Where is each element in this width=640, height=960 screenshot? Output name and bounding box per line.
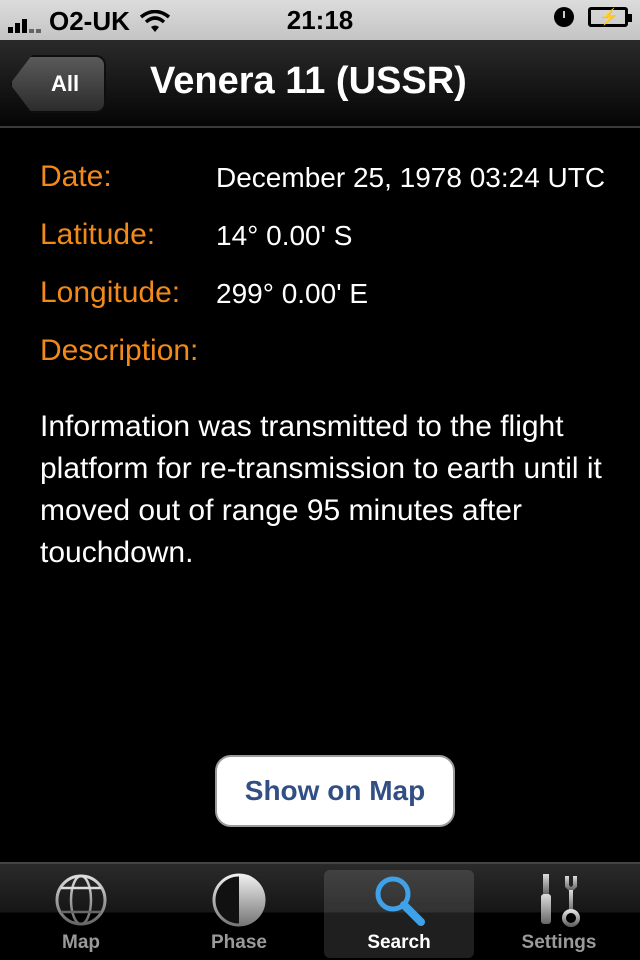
globe-icon (55, 874, 107, 926)
status-right: ⚡ (554, 7, 632, 27)
date-label: Date: (40, 160, 112, 193)
tab-settings[interactable]: Settings (484, 870, 634, 958)
page-title: Venera 11 (USSR) (150, 60, 467, 102)
longitude-value: 299° 0.00' E (216, 278, 368, 309)
navigation-bar: All Venera 11 (USSR) (0, 40, 640, 128)
back-button[interactable]: All (10, 55, 106, 113)
battery-charging-icon: ⚡ (588, 7, 632, 27)
tab-label: Search (367, 932, 431, 953)
status-time: 21:18 (286, 5, 354, 35)
tab-label: Phase (211, 932, 267, 953)
description-text: Information was transmitted to the fligh… (40, 410, 602, 569)
tab-bar: Map Phase Search Settings (0, 862, 640, 960)
tools-icon (541, 874, 580, 927)
tab-label: Map (62, 932, 100, 953)
magnifier-icon (375, 876, 425, 926)
longitude-label: Longitude: (40, 276, 181, 309)
alarm-clock-icon (554, 7, 574, 27)
date-value: December 25, 1978 03:24 UTC (216, 162, 606, 193)
moon-phase-icon (212, 873, 266, 927)
tab-map[interactable]: Map (6, 870, 156, 958)
description-label: Description: (40, 334, 199, 367)
show-on-map-button[interactable]: Show on Map (215, 755, 455, 827)
tab-label: Settings (521, 932, 597, 953)
tab-search[interactable]: Search (324, 870, 474, 958)
latitude-label: Latitude: (40, 218, 156, 251)
latitude-value: 14° 0.00' S (216, 220, 353, 251)
status-bar: O2-UK 21:18 ⚡ (0, 0, 640, 40)
tab-phase[interactable]: Phase (164, 870, 314, 958)
